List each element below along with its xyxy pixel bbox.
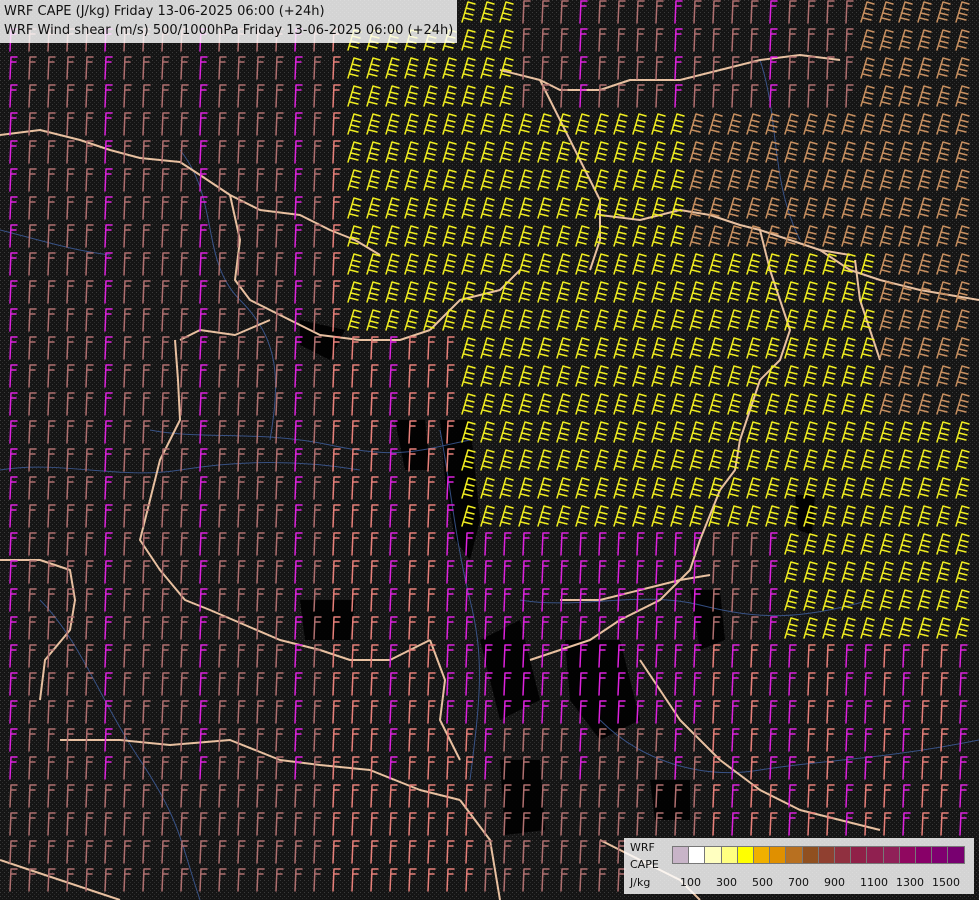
legend-tick: 1500 [932,876,960,889]
map-title: WRF CAPE (J/kg) Friday 13-06-2025 06:00 … [0,0,458,43]
legend-tick: 500 [752,876,773,889]
legend-tick: 900 [824,876,845,889]
legend-tick: 1100 [860,876,888,889]
legend-swatch [947,846,966,864]
legend-label-wrf: WRF [630,841,655,854]
legend-tick: 100 [680,876,701,889]
legend-tick: 300 [716,876,737,889]
low-cape-patch [300,600,355,640]
legend-tick: 700 [788,876,809,889]
cape-legend: WRF CAPE J/kg 100 300 500 700 900 1100 1300 150… [624,838,974,894]
title-cape: WRF CAPE (J/kg) Friday 13-06-2025 06:00 … [4,4,325,19]
legend-unit: J/kg [630,876,651,889]
weather-map [0,0,979,900]
low-cape-patch [795,495,815,535]
legend-tick: 1300 [896,876,924,889]
low-cape-patch [500,760,545,835]
legend-label-cape: CAPE [630,858,659,871]
title-wind-shear: WRF Wind shear (m/s) 500/1000hPa Friday … [4,23,454,38]
